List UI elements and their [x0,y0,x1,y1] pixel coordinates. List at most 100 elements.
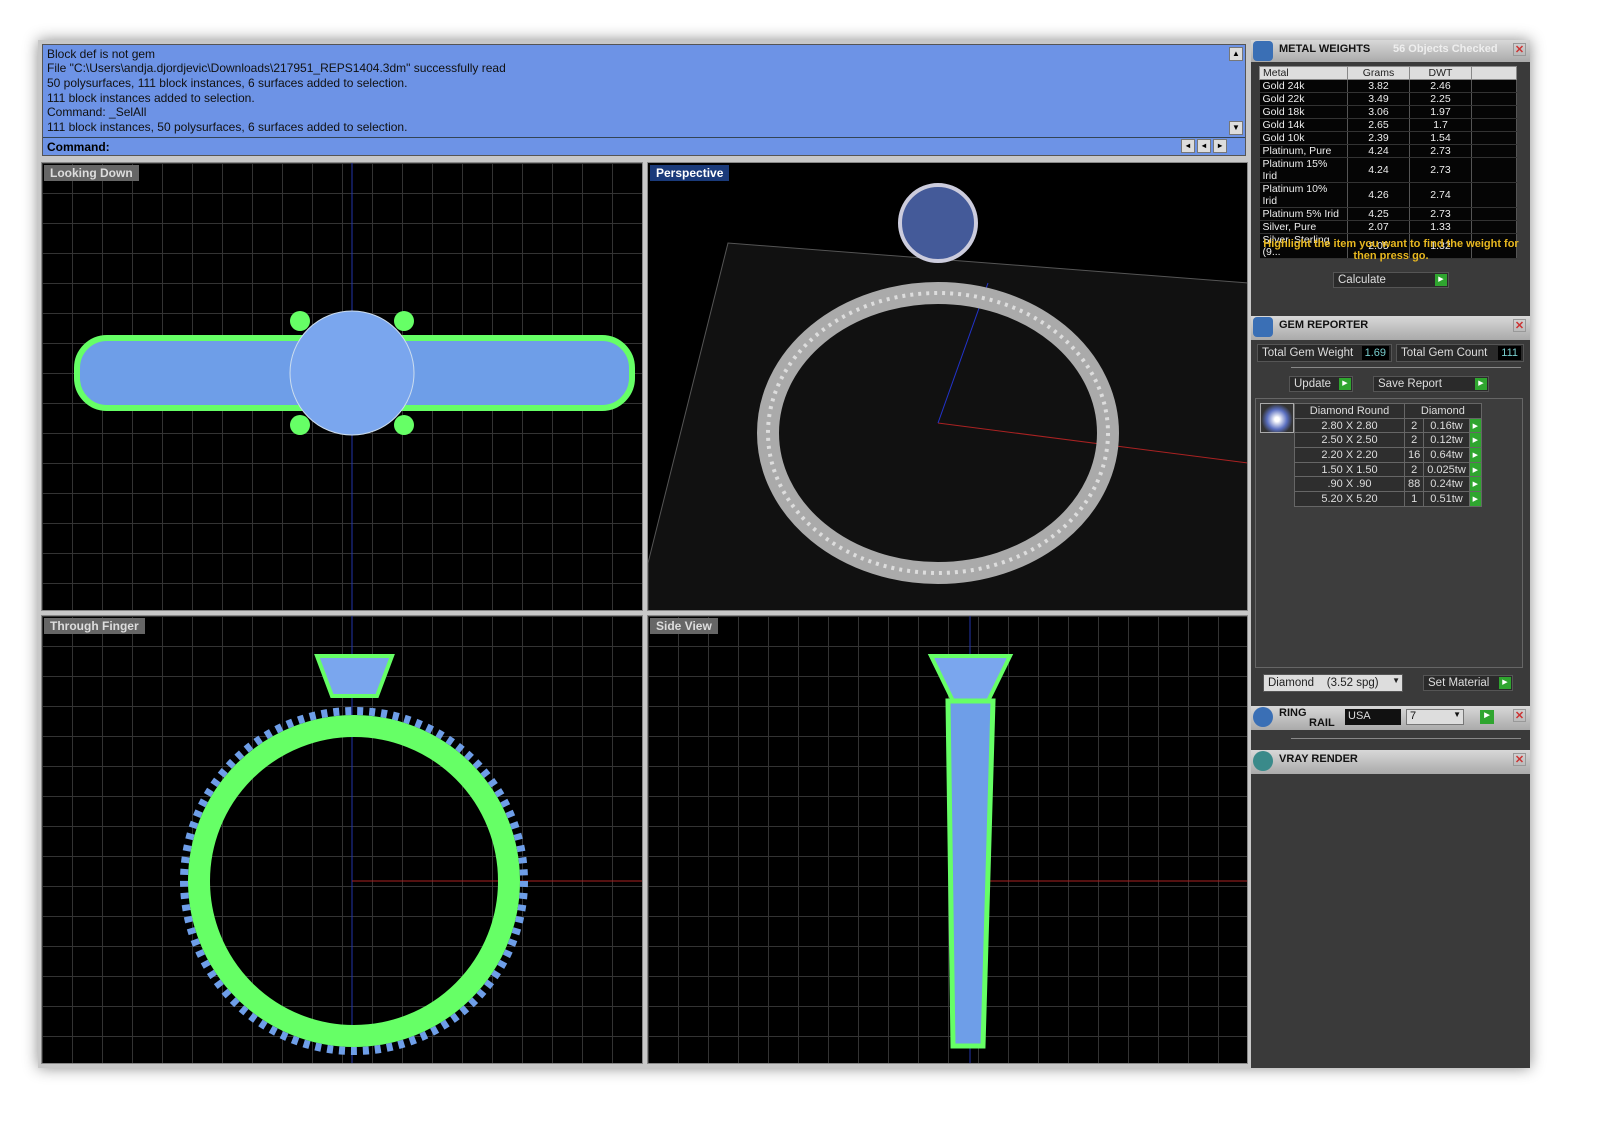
gem-row[interactable]: 5.20 X 5.20 1 0.51tw ▶ [1294,491,1482,507]
gem-row[interactable]: .90 X .90 88 0.24tw ▶ [1294,476,1482,493]
total-gem-weight: Total Gem Weight 1.69 [1257,344,1392,362]
close-icon[interactable]: ✕ [1513,709,1526,722]
calculate-label: Calculate [1338,274,1386,286]
metal-cell: Gold 22k [1259,92,1348,106]
ring-size-select[interactable]: 7 ▼ [1406,709,1464,725]
gem-go-button[interactable]: ▶ [1468,476,1482,493]
gem-reporter-icon [1253,317,1273,337]
metal-cell: 2.25 [1409,92,1472,106]
metal-cell [1471,144,1517,158]
command-left-button[interactable]: ◂ [1197,139,1211,153]
command-history-panel: Block def is not gem File "C:\Users\andj… [42,44,1246,156]
metal-row[interactable]: Gold 22k 3.49 2.25 [1259,92,1517,106]
set-material-button[interactable]: Set Material ▶ [1423,675,1513,691]
close-icon[interactable]: ✕ [1513,43,1526,56]
close-icon[interactable]: ✕ [1513,319,1526,332]
ring-size-region[interactable]: USA [1345,709,1401,725]
gem-go-button[interactable]: ▶ [1468,461,1482,478]
column-header[interactable]: DWT [1409,66,1472,80]
update-button[interactable]: Update ▶ [1289,376,1353,392]
command-history-up-button[interactable]: ◂ [1181,139,1195,153]
save-report-button[interactable]: Save Report ▶ [1373,376,1489,392]
gem-row[interactable]: 2.80 X 2.80 2 0.16tw ▶ [1294,417,1482,434]
ring-rail-go-button[interactable]: ▶ [1480,710,1494,724]
command-right-button[interactable]: ▸ [1213,139,1227,153]
gem-cell: 0.12tw [1423,432,1470,449]
metal-cell [1471,207,1517,221]
viewport-through-finger[interactable]: Through Finger [41,615,643,1064]
divider [1291,367,1521,368]
gem-go-button[interactable]: ▶ [1468,432,1482,449]
gem-cell: 88 [1403,476,1425,493]
gem-row[interactable]: 1.50 X 1.50 2 0.025tw ▶ [1294,461,1482,478]
set-material-label: Set Material [1428,677,1490,689]
metal-row[interactable]: Platinum 10% Irid 4.26 2.74 [1259,182,1517,208]
metal-row[interactable]: Platinum 15% Irid 4.24 2.73 [1259,157,1517,183]
gem-cell: 16 [1403,447,1425,463]
metal-cell: Silver, Pure [1259,220,1348,234]
hint-text: Highlight the item you want to find the … [1263,238,1519,262]
metal-cell: Platinum 10% Irid [1259,182,1348,208]
metal-row[interactable]: Gold 18k 3.06 1.97 [1259,105,1517,119]
metal-cell: 2.46 [1409,79,1472,93]
material-value: Diamond (3.52 spg) [1268,677,1379,689]
metal-row[interactable]: Silver, Pure 2.07 1.33 [1259,220,1517,234]
close-icon[interactable]: ✕ [1513,753,1526,766]
gem-cell: 2.20 X 2.20 [1294,447,1405,463]
metal-cell: 2.73 [1409,207,1472,221]
panel-title: RING [1279,707,1307,719]
history-line: Block def is not gem [47,47,156,61]
metal-row[interactable]: Gold 14k 2.65 1.7 [1259,118,1517,132]
gem-cell: 2 [1403,461,1425,478]
metal-row[interactable]: Gold 10k 2.39 1.54 [1259,131,1517,145]
command-input[interactable]: Command: ◂ ◂ ▸ [43,137,1245,155]
gem-cell: 1.50 X 1.50 [1294,461,1405,478]
gem-cell: 0.16tw [1423,417,1470,434]
gem-go-button[interactable]: ▶ [1468,491,1482,507]
scroll-up-button[interactable]: ▲ [1229,47,1243,61]
metal-cell: 2.73 [1409,144,1472,158]
go-icon: ▶ [1475,378,1487,390]
metal-cell: 4.24 [1347,144,1410,158]
column-header[interactable]: Grams [1347,66,1410,80]
metal-cell: 4.26 [1347,182,1410,208]
panel-title: VRAY RENDER [1279,753,1358,765]
chevron-down-icon: ▼ [1453,710,1461,719]
gem-row[interactable]: 2.50 X 2.50 2 0.12tw ▶ [1294,432,1482,449]
gem-cell: .90 X .90 [1294,476,1405,493]
go-icon: ▶ [1435,274,1447,286]
save-report-label: Save Report [1378,378,1442,390]
viewport-looking-down[interactable]: Looking Down [41,162,643,611]
history-line: 50 polysurfaces, 111 block instances, 6 … [47,76,408,90]
viewport-side-view[interactable]: Side View [647,615,1248,1064]
metal-cell [1471,220,1517,234]
scroll-down-button[interactable]: ▼ [1229,121,1243,135]
metal-cell: 2.39 [1347,131,1410,145]
calculate-button[interactable]: Calculate ▶ [1333,272,1449,288]
metal-row[interactable]: Platinum, Pure 4.24 2.73 [1259,144,1517,158]
ring-rail-icon [1253,707,1273,727]
vray-render-header: VRAY RENDER ✕ [1251,750,1530,774]
gem-cell: 2.80 X 2.80 [1294,417,1405,434]
rhino-window: Block def is not gem File "C:\Users\andj… [38,40,1530,1068]
gem-cell: 0.64tw [1423,447,1470,463]
value: 1.69 [1361,346,1389,360]
history-line: Command: _SelAll [47,105,147,119]
gem-go-button[interactable]: ▶ [1468,447,1482,463]
metal-cell: 4.24 [1347,157,1410,183]
gem-go-button[interactable]: ▶ [1468,417,1482,434]
viewport-perspective[interactable]: Perspective [647,162,1248,611]
metal-cell: 3.06 [1347,105,1410,119]
panel-title: METAL WEIGHTS [1279,43,1371,55]
gem-row[interactable]: 2.20 X 2.20 16 0.64tw ▶ [1294,447,1482,463]
metal-cell: 1.97 [1409,105,1472,119]
column-header[interactable]: Metal [1259,66,1348,80]
material-select[interactable]: Diamond (3.52 spg) ▼ [1263,674,1403,692]
divider [1291,738,1521,739]
metal-cell: 1.54 [1409,131,1472,145]
value: 111 [1498,346,1521,360]
metal-row[interactable]: Gold 24k 3.82 2.46 [1259,79,1517,93]
metal-row[interactable]: Platinum 5% Irid 4.25 2.73 [1259,207,1517,221]
update-label: Update [1294,378,1332,390]
ring-top-wireframe [74,163,635,610]
